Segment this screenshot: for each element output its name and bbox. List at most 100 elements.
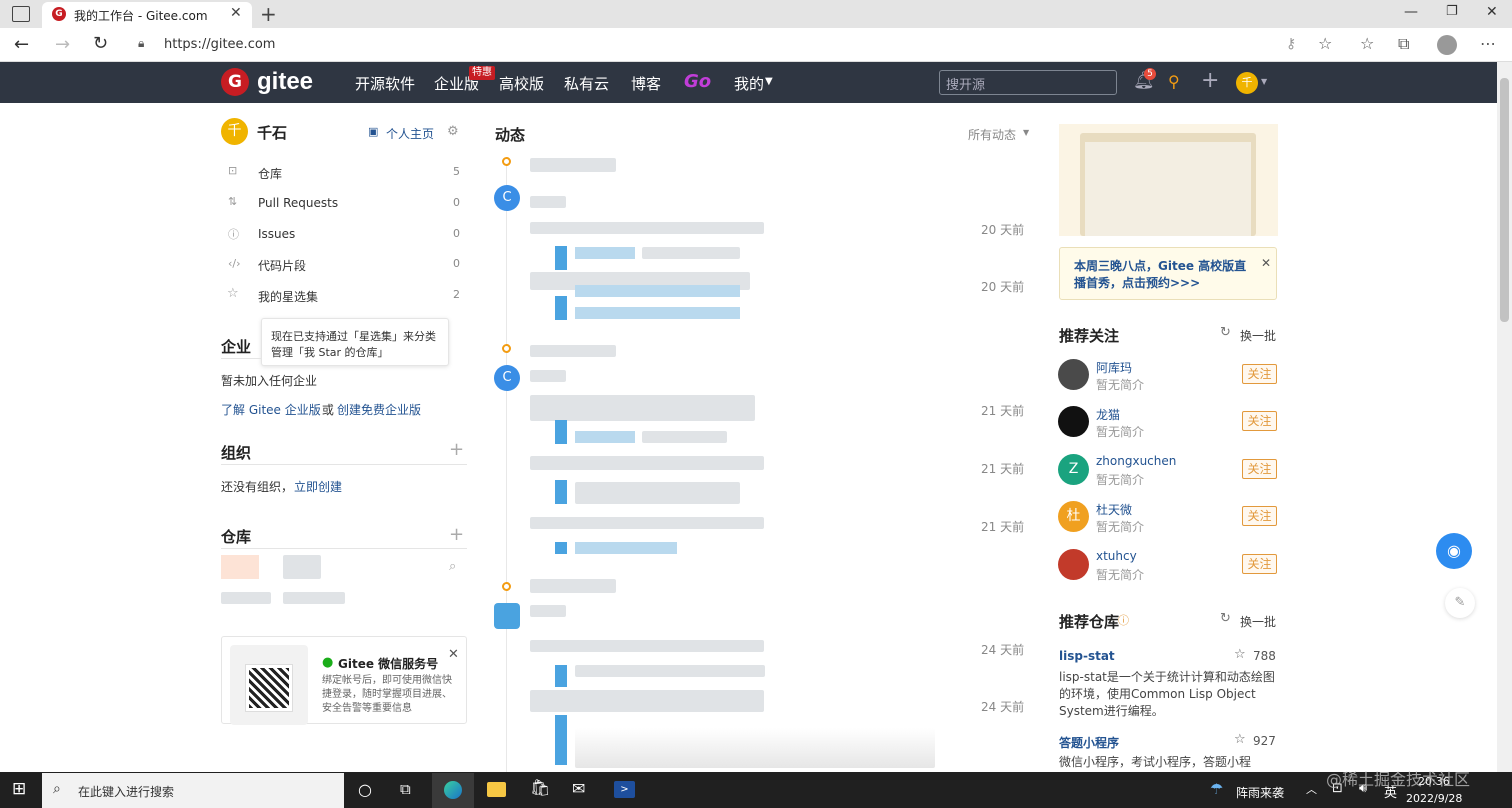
nav-edu[interactable]: 高校版 bbox=[499, 73, 544, 94]
add-org-icon[interactable]: + bbox=[449, 439, 464, 460]
file-explorer-icon[interactable] bbox=[487, 782, 506, 797]
repo-name[interactable]: 答题小程序 bbox=[1059, 734, 1119, 751]
star-icon[interactable]: ☆ bbox=[1234, 732, 1246, 747]
refresh-users-link[interactable]: 换一批 bbox=[1240, 327, 1276, 344]
learn-enterprise-link[interactable]: 了解 Gitee 企业版 bbox=[221, 401, 321, 418]
user-avatar[interactable]: 千 bbox=[221, 118, 248, 145]
refresh-icon[interactable]: ↻ bbox=[93, 33, 108, 54]
gitee-logo-text[interactable]: gitee bbox=[257, 68, 313, 96]
promo-text[interactable]: 本周三晚八点，Gitee 高校版直播首秀，点击预约>>> bbox=[1074, 258, 1254, 292]
feed-avatar[interactable]: C bbox=[494, 365, 520, 391]
user-name[interactable]: 阿库玛 bbox=[1096, 359, 1132, 376]
user-name[interactable]: xtuhcy bbox=[1096, 549, 1137, 563]
user-name[interactable]: 杜天微 bbox=[1096, 501, 1132, 518]
user-avatar[interactable] bbox=[1058, 406, 1089, 437]
feed-avatar[interactable] bbox=[494, 603, 520, 629]
task-view-icon[interactable]: ⧉ bbox=[400, 780, 411, 798]
store-icon[interactable]: 🛍︎ bbox=[530, 778, 550, 797]
star-collections-count: 2 bbox=[453, 288, 460, 301]
search-input[interactable]: 搜开源 bbox=[939, 70, 1117, 95]
repo-item-blurred[interactable] bbox=[283, 592, 345, 604]
refresh-users-icon[interactable]: ↻ bbox=[1220, 325, 1231, 340]
follow-button[interactable]: 关注 bbox=[1242, 554, 1277, 574]
profile-home-link[interactable]: 个人主页 bbox=[386, 125, 434, 142]
tray-chevron-icon[interactable]: ︿ bbox=[1306, 781, 1317, 797]
nav-mine[interactable]: 我的 bbox=[734, 73, 764, 94]
favorites-icon[interactable]: ☆ bbox=[1360, 34, 1374, 53]
collections-icon[interactable]: ⧉ bbox=[1398, 34, 1409, 54]
mail-icon[interactable]: ✉ bbox=[572, 779, 585, 798]
weather-text[interactable]: 阵雨来袭 bbox=[1236, 784, 1284, 801]
repo-name[interactable]: lisp-stat bbox=[1059, 649, 1115, 663]
user-avatar[interactable]: 杜 bbox=[1058, 501, 1089, 532]
back-icon[interactable]: ← bbox=[14, 34, 29, 55]
powershell-icon[interactable]: > bbox=[614, 781, 635, 798]
star-icon[interactable]: ☆ bbox=[1234, 647, 1246, 662]
follow-button[interactable]: 关注 bbox=[1242, 459, 1277, 479]
taskbar-search-box[interactable]: ⌕ 在此键入进行搜索 bbox=[42, 773, 344, 808]
create-org-link[interactable]: 立即创建 bbox=[294, 478, 342, 495]
feed-filter[interactable]: 所有动态 bbox=[968, 126, 1016, 143]
username[interactable]: 千石 bbox=[257, 122, 287, 143]
add-repo-icon[interactable]: + bbox=[449, 524, 464, 545]
create-enterprise-link[interactable]: 创建免费企业版 bbox=[337, 401, 421, 418]
repo-filter-blurred[interactable] bbox=[221, 555, 259, 579]
user-avatar[interactable] bbox=[1058, 359, 1089, 390]
edge-taskbar-icon[interactable] bbox=[432, 773, 474, 808]
new-tab-icon[interactable]: + bbox=[260, 2, 277, 26]
feed-avatar[interactable]: C bbox=[494, 185, 520, 211]
nav-private-cloud[interactable]: 私有云 bbox=[564, 73, 609, 94]
promo-banner[interactable]: 本周三晚八点，Gitee 高校版直播首秀，点击预约>>> ✕ bbox=[1059, 247, 1277, 300]
refresh-repos-link[interactable]: 换一批 bbox=[1240, 613, 1276, 630]
user-name[interactable]: zhongxuchen bbox=[1096, 454, 1176, 468]
support-chat-icon[interactable]: ◉ bbox=[1436, 533, 1472, 569]
promo-illustration[interactable] bbox=[1059, 124, 1278, 236]
close-tab-icon[interactable]: ✕ bbox=[230, 5, 242, 21]
wechat-close-icon[interactable]: ✕ bbox=[448, 647, 459, 662]
timeline-line bbox=[506, 160, 507, 772]
add-icon[interactable]: + bbox=[1201, 68, 1219, 93]
sidebar-item-repos[interactable]: 仓库 bbox=[258, 165, 282, 182]
help-icon[interactable]: ⓘ bbox=[1118, 612, 1129, 628]
windows-start-icon[interactable]: ⊞ bbox=[12, 779, 26, 799]
sidebar-item-prs[interactable]: Pull Requests bbox=[258, 196, 338, 210]
more-menu-icon[interactable]: ⋯ bbox=[1480, 34, 1496, 53]
key-icon[interactable]: ⚷ bbox=[1286, 36, 1296, 52]
sidebar-item-star-collections[interactable]: 我的星选集 bbox=[258, 288, 318, 305]
gitee-logo-icon[interactable]: G bbox=[221, 68, 249, 96]
user-avatar[interactable] bbox=[1058, 549, 1089, 580]
window-close-icon[interactable]: ✕ bbox=[1486, 4, 1498, 20]
clock-date[interactable]: 2022/9/28 bbox=[1406, 792, 1462, 805]
refresh-repos-icon[interactable]: ↻ bbox=[1220, 611, 1231, 626]
minimize-icon[interactable]: — bbox=[1404, 4, 1418, 20]
cortana-icon[interactable]: ○ bbox=[358, 780, 372, 799]
nav-go[interactable]: Go bbox=[684, 71, 711, 92]
repo-item-blurred[interactable] bbox=[221, 592, 271, 604]
maximize-icon[interactable]: ❐ bbox=[1446, 4, 1458, 19]
follow-button[interactable]: 关注 bbox=[1242, 411, 1277, 431]
tab-actions-icon[interactable] bbox=[12, 6, 30, 22]
sidebar-item-issues[interactable]: Issues bbox=[258, 227, 295, 241]
add-favorite-icon[interactable]: ☆ bbox=[1318, 34, 1332, 53]
feedback-icon[interactable]: ✎ bbox=[1445, 588, 1475, 618]
url-box[interactable]: 🔒︎ https://gitee.com bbox=[128, 33, 1343, 57]
forward-icon[interactable]: → bbox=[55, 34, 70, 55]
nav-blog[interactable]: 博客 bbox=[631, 73, 661, 94]
nav-open-source[interactable]: 开源软件 bbox=[355, 73, 415, 94]
profile-avatar[interactable] bbox=[1437, 35, 1457, 55]
user-name[interactable]: 龙猫 bbox=[1096, 406, 1120, 423]
header-avatar[interactable]: 千 bbox=[1236, 72, 1258, 94]
weather-icon[interactable]: ☂ bbox=[1210, 780, 1223, 798]
feed-commit-blurred bbox=[555, 542, 567, 554]
follow-button[interactable]: 关注 bbox=[1242, 506, 1277, 526]
bulb-icon[interactable]: ⚲ bbox=[1168, 72, 1180, 91]
follow-button[interactable]: 关注 bbox=[1242, 364, 1277, 384]
browser-tab[interactable]: G 我的工作台 - Gitee.com ✕ bbox=[42, 2, 252, 28]
promo-close-icon[interactable]: ✕ bbox=[1261, 256, 1271, 270]
repo-filter-blurred[interactable] bbox=[283, 555, 321, 579]
user-avatar[interactable]: Z bbox=[1058, 454, 1089, 485]
settings-gear-icon[interactable]: ⚙ bbox=[447, 124, 459, 139]
repo-search-icon[interactable]: ⌕ bbox=[449, 559, 456, 574]
scrollbar-thumb[interactable] bbox=[1500, 78, 1509, 322]
sidebar-item-snippets[interactable]: 代码片段 bbox=[258, 257, 306, 274]
